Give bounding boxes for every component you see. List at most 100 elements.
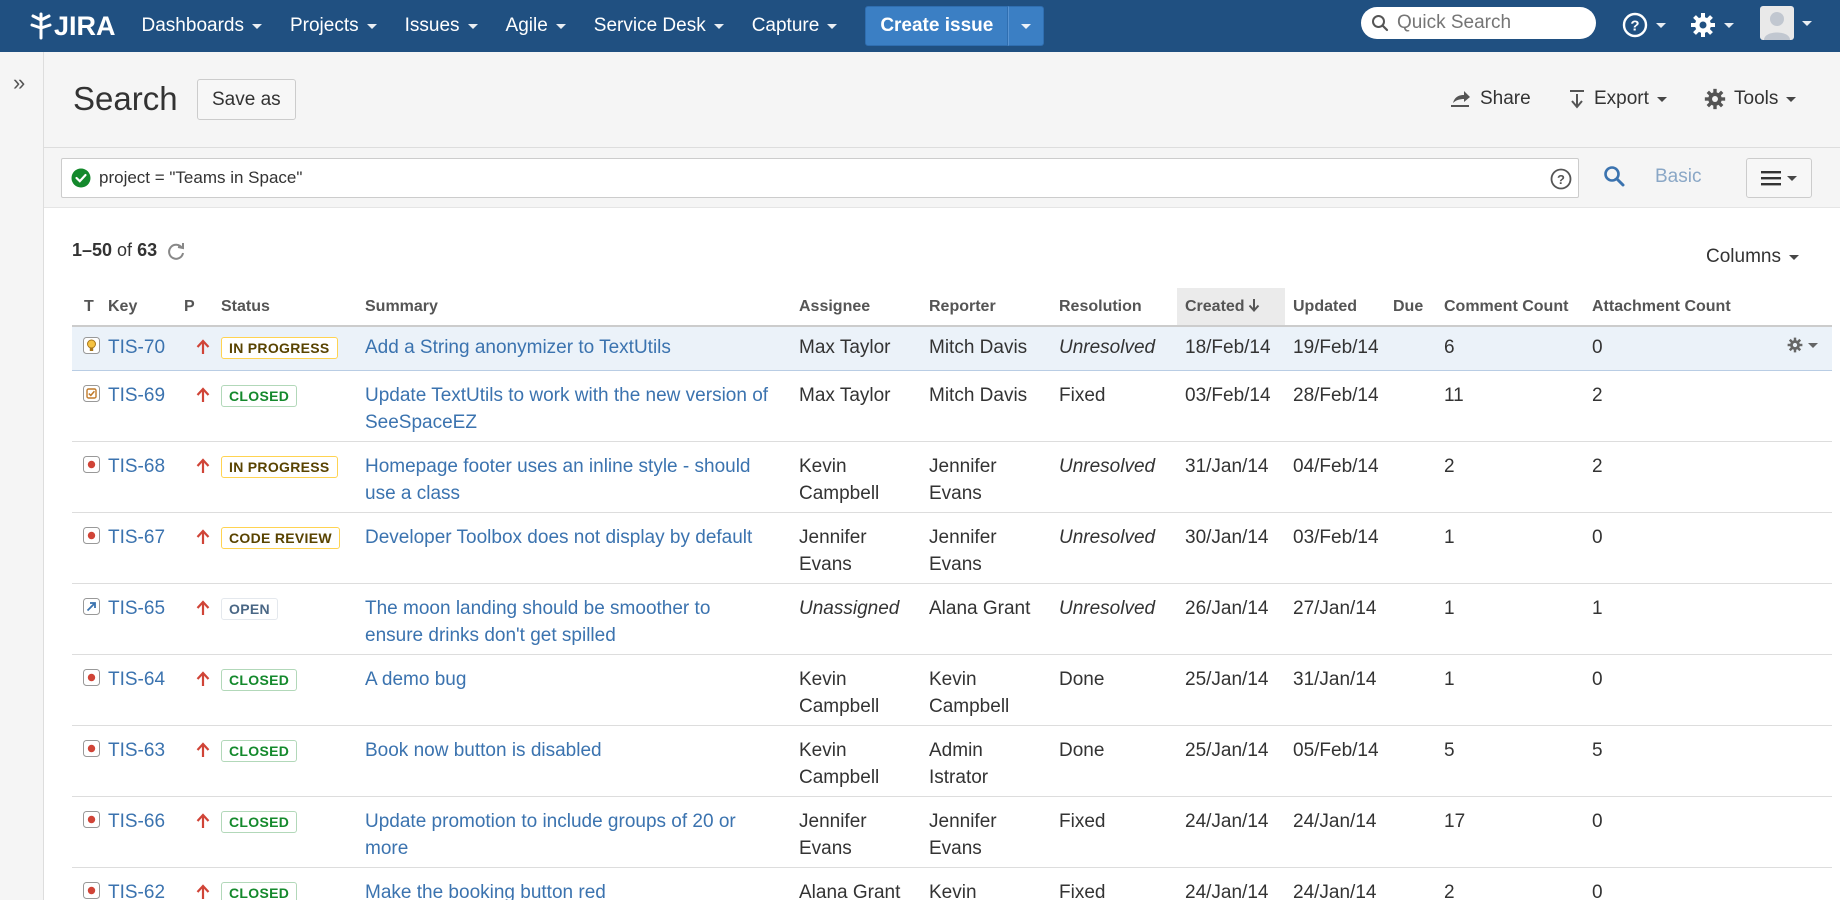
nav-projects[interactable]: Projects xyxy=(276,0,391,52)
issue-summary-link[interactable]: Add a String anonymizer to TextUtils xyxy=(365,337,671,358)
summary-line: use a class xyxy=(365,482,461,504)
issue-comment-count-cell: 2 xyxy=(1444,441,1592,513)
issue-key-link[interactable]: TIS-64 xyxy=(108,669,165,690)
issue-type-cell xyxy=(72,583,108,655)
header-key[interactable]: Key xyxy=(108,288,184,327)
issue-key-link[interactable]: TIS-63 xyxy=(108,740,165,761)
header-summary[interactable]: Summary xyxy=(365,288,799,327)
refresh-icon[interactable] xyxy=(166,241,186,261)
issue-key-link[interactable]: TIS-66 xyxy=(108,811,165,832)
export-label: Export xyxy=(1594,88,1649,109)
jira-logo[interactable]: JIRA xyxy=(30,0,116,52)
table-row[interactable]: TIS-70 IN PROGRESS Add a String anonymiz… xyxy=(72,325,1832,371)
chevron-down-icon xyxy=(555,23,566,29)
header-type[interactable]: T xyxy=(72,288,108,327)
quick-search-input[interactable] xyxy=(1397,12,1577,34)
nav-capture[interactable]: Capture xyxy=(738,0,852,52)
cell-line: Istrator xyxy=(929,766,989,788)
issue-updated-cell: 24/Jan/14 xyxy=(1285,796,1393,868)
issue-key-link[interactable]: TIS-70 xyxy=(108,337,165,358)
cell-line: Kevin xyxy=(799,455,847,477)
nav-agile[interactable]: Agile xyxy=(492,0,580,52)
issue-summary-cell: Developer Toolbox does not display by de… xyxy=(365,512,799,584)
chevron-down-icon xyxy=(713,23,724,29)
view-layout-menu[interactable] xyxy=(1746,158,1812,198)
issue-summary-link[interactable]: The moon landing should be smoother to en… xyxy=(365,598,710,646)
user-avatar[interactable] xyxy=(1760,6,1812,40)
nav-projects-label: Projects xyxy=(289,15,359,36)
issue-created-cell: 30/Jan/14 xyxy=(1177,512,1285,584)
nav-dashboards[interactable]: Dashboards xyxy=(128,0,276,52)
create-issue-button[interactable]: Create issue xyxy=(865,6,1009,46)
issue-summary-link[interactable]: Update promotion to include groups of 20… xyxy=(365,811,736,859)
header-assignee[interactable]: Assignee xyxy=(799,288,929,327)
issue-key-link[interactable]: TIS-68 xyxy=(108,456,165,477)
export-button[interactable]: Export xyxy=(1568,88,1667,110)
header-updated[interactable]: Updated xyxy=(1285,288,1393,327)
issue-resolution-cell: Fixed xyxy=(1059,370,1177,442)
issue-status-cell: IN PROGRESS xyxy=(221,441,365,513)
table-row[interactable]: TIS-65 OPEN The moon landing should be s… xyxy=(72,583,1832,655)
table-row[interactable]: TIS-63 CLOSED Book now button is disable… xyxy=(72,725,1832,797)
issue-summary-link[interactable]: Update TextUtils to work with the new ve… xyxy=(365,385,768,433)
issue-due-cell xyxy=(1393,512,1444,584)
tools-button[interactable]: Tools xyxy=(1704,88,1797,110)
issue-summary-link[interactable]: Homepage footer uses an inline style - s… xyxy=(365,456,751,504)
basic-search-link[interactable]: Basic xyxy=(1655,166,1701,188)
help-menu[interactable]: ? xyxy=(1622,12,1666,38)
issue-key-link[interactable]: TIS-67 xyxy=(108,527,165,548)
issue-summary-link[interactable]: A demo bug xyxy=(365,669,466,690)
search-submit-icon[interactable] xyxy=(1603,165,1625,192)
header-status[interactable]: Status xyxy=(221,288,365,327)
issue-key-link[interactable]: TIS-62 xyxy=(108,882,165,900)
resolution-text: Fixed xyxy=(1059,384,1106,406)
share-button[interactable]: Share xyxy=(1449,88,1531,110)
issue-type-improvement-icon xyxy=(83,337,101,355)
issue-resolution-cell: Done xyxy=(1059,725,1177,797)
table-row[interactable]: TIS-66 CLOSED Update promotion to includ… xyxy=(72,796,1832,868)
status-badge: OPEN xyxy=(221,597,278,620)
table-row[interactable]: TIS-62 CLOSED Make the booking button re… xyxy=(72,867,1832,900)
menu-lines-icon xyxy=(1761,171,1781,186)
priority-major-icon xyxy=(196,455,210,482)
header-due[interactable]: Due xyxy=(1393,288,1444,327)
results-total: 63 xyxy=(137,240,158,260)
sort-down-icon xyxy=(1248,298,1259,312)
nav-service-desk[interactable]: Service Desk xyxy=(580,0,738,52)
issue-key-link[interactable]: TIS-65 xyxy=(108,598,165,619)
table-row[interactable]: TIS-67 CODE REVIEW Developer Toolbox doe… xyxy=(72,512,1832,584)
header-priority[interactable]: P xyxy=(184,288,221,327)
row-actions-gear-icon[interactable] xyxy=(1787,337,1818,353)
quick-search-box[interactable] xyxy=(1361,7,1596,39)
header-created[interactable]: Created xyxy=(1177,288,1285,327)
settings-menu[interactable] xyxy=(1690,12,1734,38)
issue-summary-link[interactable]: Book now button is disabled xyxy=(365,740,602,761)
table-row[interactable]: TIS-64 CLOSED A demo bug Kevin Campbell K… xyxy=(72,654,1832,726)
issue-key-link[interactable]: TIS-69 xyxy=(108,385,165,406)
header-resolution[interactable]: Resolution xyxy=(1059,288,1177,327)
create-issue-dropdown[interactable] xyxy=(1008,6,1045,46)
issue-reporter-cell: Kevin Campbell xyxy=(929,654,1059,726)
nav-issues[interactable]: Issues xyxy=(391,0,492,52)
header-reporter[interactable]: Reporter xyxy=(929,288,1059,327)
priority-major-icon xyxy=(196,739,210,766)
jira-logo-text: JIRA xyxy=(54,10,116,41)
header-comment-count[interactable]: Comment Count xyxy=(1444,288,1592,327)
save-as-button[interactable]: Save as xyxy=(197,79,296,120)
table-row[interactable]: TIS-68 IN PROGRESS Homepage footer uses … xyxy=(72,441,1832,513)
table-row[interactable]: TIS-69 CLOSED Update TextUtils to work w… xyxy=(72,370,1832,442)
issue-summary-link[interactable]: Make the booking button red xyxy=(365,882,606,900)
cell-line: Max Taylor xyxy=(799,384,891,406)
jql-help-icon[interactable]: ? xyxy=(1550,168,1572,195)
svg-text:?: ? xyxy=(1630,18,1639,35)
issue-summary-link[interactable]: Developer Toolbox does not display by de… xyxy=(365,527,752,548)
expand-sidebar-icon[interactable]: » xyxy=(13,70,25,96)
columns-button[interactable]: Columns xyxy=(1706,246,1799,268)
help-icon: ? xyxy=(1622,12,1648,38)
issue-actions-cell xyxy=(1765,441,1832,513)
header-attachment-count[interactable]: Attachment Count xyxy=(1592,288,1765,327)
jql-query-input[interactable]: project = "Teams in Space" ? xyxy=(61,158,1579,198)
header-created-label: Created xyxy=(1185,297,1245,315)
issue-key-cell: TIS-68 xyxy=(108,441,184,513)
issue-comment-count-cell: 5 xyxy=(1444,725,1592,797)
